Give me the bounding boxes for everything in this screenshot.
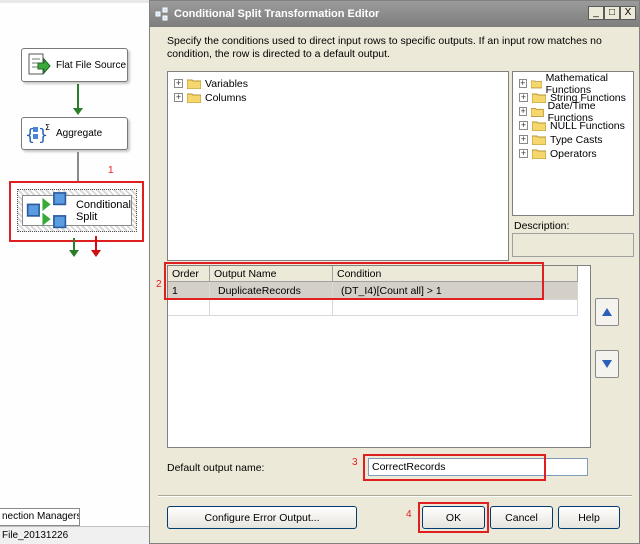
aggregate-task[interactable]: { } Σ Aggregate [21,117,128,150]
task-label: Aggregate [56,128,103,139]
annotation-box-1 [9,181,144,242]
cancel-button[interactable]: Cancel [490,506,553,529]
path-arrow [73,108,83,115]
expand-icon[interactable]: + [519,135,528,144]
conditional-split-editor-dialog: Conditional Split Transformation Editor … [149,0,640,544]
tree-item-label: Type Casts [550,133,603,146]
folder-icon [532,149,546,159]
dialog-title: Conditional Split Transformation Editor [174,8,380,20]
connection-manager-item[interactable]: File_20131226 [0,526,152,544]
new-row-cell-output-name[interactable] [210,300,333,316]
svg-text:Σ: Σ [45,123,50,132]
tree-item-label: Columns [205,91,247,104]
maximize-button[interactable]: □ [604,6,620,20]
tree-item-label: Operators [550,147,597,160]
dialog-titlebar[interactable]: Conditional Split Transformation Editor … [150,1,639,27]
expand-icon[interactable]: + [519,121,528,130]
folder-icon [532,93,546,103]
move-down-button[interactable] [595,350,619,378]
new-row-cell-order[interactable] [168,300,210,316]
close-button[interactable]: X [620,6,636,20]
flat-file-source-task[interactable]: Flat File Source [21,48,128,82]
expand-icon[interactable]: + [519,107,528,116]
expand-icon[interactable]: + [174,79,183,88]
help-button[interactable]: Help [558,506,620,529]
configure-error-output-button[interactable]: Configure Error Output... [167,506,357,529]
minimize-button[interactable]: _ [588,6,604,20]
tree-item-columns[interactable]: + Columns [174,91,246,104]
folder-icon [187,93,201,103]
tree-item-variables[interactable]: + Variables [174,77,248,90]
tree-item-mathematical-functions[interactable]: + Mathematical Functions [519,72,633,96]
move-up-button[interactable] [595,298,619,326]
expand-icon[interactable]: + [519,149,528,158]
arrow-up-icon [602,308,612,316]
description-box [512,233,634,257]
default-output-label: Default output name: [167,462,265,474]
tree-item-datetime-functions[interactable]: + Date/Time Functions [519,100,633,124]
annotation-box-2 [164,262,544,300]
folder-icon [530,79,542,88]
new-row-cell-condition[interactable] [333,300,578,316]
folder-icon [532,135,546,145]
tree-item-label: Variables [205,77,248,90]
annotation-badge-2: 2 [156,279,162,290]
designer-top-strip [0,0,152,3]
tree-item-label: NULL Functions [550,119,625,132]
functions-tree-panel[interactable]: + Mathematical Functions + String Functi… [512,71,634,216]
button-separator [158,495,632,497]
annotation-badge-1: 1 [108,165,114,176]
tree-item-operators[interactable]: + Operators [519,147,597,160]
tree-item-null-functions[interactable]: + NULL Functions [519,119,625,132]
input-tree-panel[interactable]: + Variables + Columns [167,71,509,261]
data-flow-designer: Flat File Source { } Σ Aggregate Conditi… [0,0,152,544]
error-output-arrow [91,250,101,257]
annotation-box-3 [363,454,546,481]
expand-icon[interactable]: + [519,93,528,102]
folder-icon [187,79,201,89]
expand-icon[interactable]: + [174,93,183,102]
annotation-badge-3: 3 [352,457,358,468]
path-connector[interactable] [77,152,79,182]
annotation-badge-4: 4 [406,509,412,520]
success-output-arrow [69,250,79,257]
description-label: Description: [514,220,570,232]
folder-icon [532,121,546,131]
connection-managers-tab[interactable]: nection Managers [0,508,80,526]
tree-item-type-casts[interactable]: + Type Casts [519,133,603,146]
arrow-down-icon [602,360,612,368]
expand-icon[interactable]: + [519,79,527,88]
dialog-app-icon [155,7,168,21]
task-label: Flat File Source [56,59,127,71]
folder-icon [531,107,544,117]
annotation-box-4 [418,502,489,533]
instructions-text: Specify the conditions used to direct in… [167,35,602,60]
flat-file-source-icon [28,53,51,75]
aggregate-icon: { } Σ [25,123,50,144]
